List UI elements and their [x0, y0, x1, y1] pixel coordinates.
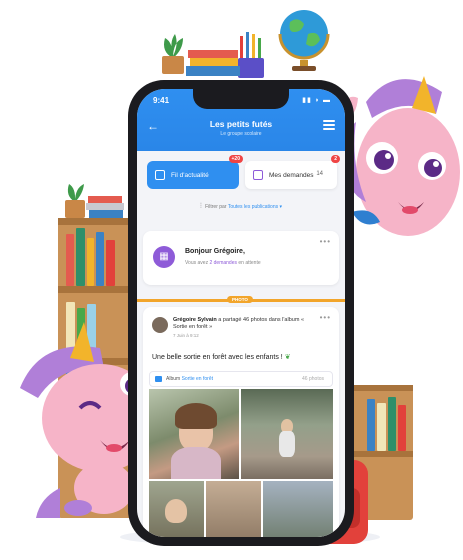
filter-bar: ⫶ Filtrer par Toutes les publications ▾: [137, 203, 345, 211]
post-header: Grégoire Sylvain a partagé 46 photos dan…: [173, 317, 313, 331]
phone-frame: 9:41 ▮▮ ◗ ▬ ← Les petits futés Le groupe…: [128, 80, 354, 546]
avatar[interactable]: [152, 317, 168, 333]
section-tag: PHOTO: [227, 296, 253, 303]
post-date: 7 Juin à 9:12: [173, 333, 199, 338]
album-icon: [155, 376, 162, 382]
post-author-name[interactable]: Grégoire Sylvain: [173, 317, 217, 323]
hamburger-menu-icon[interactable]: [323, 120, 335, 132]
unicorn-right-illustration: [342, 76, 460, 236]
leaf-emoji-icon: ❦: [284, 354, 291, 361]
album-photo-count: 46 photos: [302, 376, 324, 382]
chevron-down-icon: ▾: [279, 204, 283, 210]
books-stack-icon: [186, 50, 240, 76]
tab-news-feed-label: Fil d'actualité: [171, 171, 209, 179]
filter-link[interactable]: Toutes les publications: [228, 204, 278, 210]
calendar-icon: ▦: [153, 246, 175, 268]
news-feed-icon: [155, 170, 165, 180]
plant-icon: [65, 184, 85, 218]
greeting-card[interactable]: ▦ Bonjour Grégoire, Vous avez 2 demandes…: [143, 231, 339, 285]
pencil-cup-icon: [238, 32, 264, 78]
post-text: Une belle sortie en forêt avec les enfan…: [152, 354, 291, 361]
app-subtitle: Le groupe scolaire: [220, 131, 262, 137]
status-time: 9:41: [153, 96, 170, 105]
tab-bar: Fil d'actualité +20 Mes demandes 14 2: [147, 155, 340, 193]
post-card: Grégoire Sylvain a partagé 46 photos dan…: [143, 307, 339, 537]
requests-badge: 2: [331, 155, 340, 163]
pending-requests-link[interactable]: 2 demandes: [209, 260, 237, 266]
more-options-icon[interactable]: •••: [320, 237, 331, 246]
app-title: Les petits futés: [209, 119, 273, 129]
plant-icon: [162, 34, 184, 74]
photo-thumbnail[interactable]: [241, 389, 333, 479]
news-feed-badge: +20: [228, 155, 243, 163]
calendar-icon: [253, 170, 263, 180]
album-label: Album Sortie en forêt: [166, 376, 213, 382]
tab-news-feed[interactable]: Fil d'actualité +20: [147, 155, 243, 189]
requests-count: 14: [316, 171, 323, 177]
photo-thumbnail[interactable]: [263, 481, 333, 537]
album-name-link[interactable]: Sortie en forêt: [182, 376, 213, 382]
phone-notch: [193, 89, 289, 109]
greeting-title: Bonjour Grégoire,: [185, 248, 245, 255]
filter-icon: ⫶: [199, 203, 202, 210]
globe-icon: [278, 10, 330, 71]
photo-thumbnail[interactable]: [149, 389, 239, 479]
tab-my-requests-label: Mes demandes: [269, 171, 314, 179]
more-options-icon[interactable]: •••: [320, 313, 331, 322]
filter-prefix: Filtrer par: [205, 204, 227, 210]
album-link[interactable]: Album Sortie en forêt 46 photos: [149, 371, 333, 387]
books-stack-icon: [86, 196, 124, 218]
greeting-subtitle: Vous avez 2 demandes en attente: [185, 260, 261, 266]
photo-thumbnail[interactable]: [149, 481, 204, 537]
photo-thumbnail[interactable]: [206, 481, 261, 537]
tab-my-requests[interactable]: Mes demandes 14 2: [245, 155, 340, 189]
app-screen: 9:41 ▮▮ ◗ ▬ ← Les petits futés Le groupe…: [137, 89, 345, 537]
status-icons: ▮▮ ◗ ▬: [302, 97, 331, 104]
